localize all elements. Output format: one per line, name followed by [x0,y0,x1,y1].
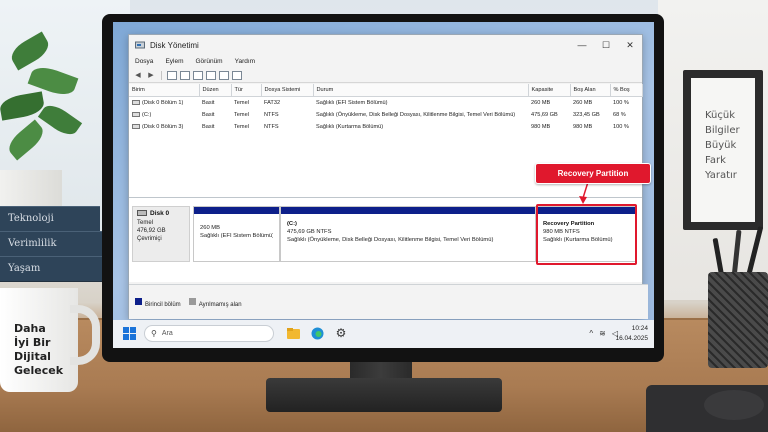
search-icon: ⚲ [151,329,157,338]
system-tray: ^ ≋ ◁ [589,329,618,338]
screen: Disk Yönetimi — ☐ ✕ Dosya Eylem Görünüm … [113,22,654,348]
mug-text: Gelecek [14,364,64,377]
book: Teknoloji [0,206,100,232]
mug: Daha İyi Bir Dijital Gelecek [0,288,78,392]
frame-text: Bilgiler [705,125,740,136]
clock-time: 10:24 [631,325,648,332]
frame-text: Fark Yaratır [705,155,737,181]
mug-text: Daha [14,322,46,335]
search-placeholder: Ara [161,330,173,337]
clock-date: 16.04.2025 [615,335,648,342]
taskbar-search[interactable]: ⚲ Ara [144,325,274,342]
wifi-icon[interactable]: ≋ [599,329,606,338]
edge-browser-icon[interactable] [310,326,324,340]
book: Verimlilik [0,231,106,257]
settings-gear-icon[interactable]: ⚙ [334,326,348,340]
mouse [704,390,764,420]
mug-text: Dijital [14,350,51,363]
file-explorer-icon[interactable] [286,326,300,340]
callout-arrow [579,181,589,204]
mug-text: İyi Bir [14,336,51,349]
book: Yaşam [0,256,102,282]
clock[interactable]: 10:24 16.04.2025 [615,324,648,344]
mug-handle [70,305,100,365]
pen-holder [708,272,768,368]
book-title: Yaşam [8,263,41,274]
frame-text: Büyük [705,140,737,151]
windows-start-icon[interactable] [123,327,136,340]
chevron-up-icon[interactable]: ^ [589,329,593,338]
recovery-callout: Recovery Partition [535,163,651,184]
taskbar: ⚲ Ara ⚙ ^ ≋ ◁ 10:24 16.04.2025 [113,320,654,348]
book-title: Teknoloji [8,213,54,224]
book-title: Verimlilik [8,238,57,249]
picture-frame: Küçük Bilgiler Büyük Fark Yaratır [683,70,763,230]
monitor-base [266,378,502,412]
frame-text: Küçük [705,110,736,121]
